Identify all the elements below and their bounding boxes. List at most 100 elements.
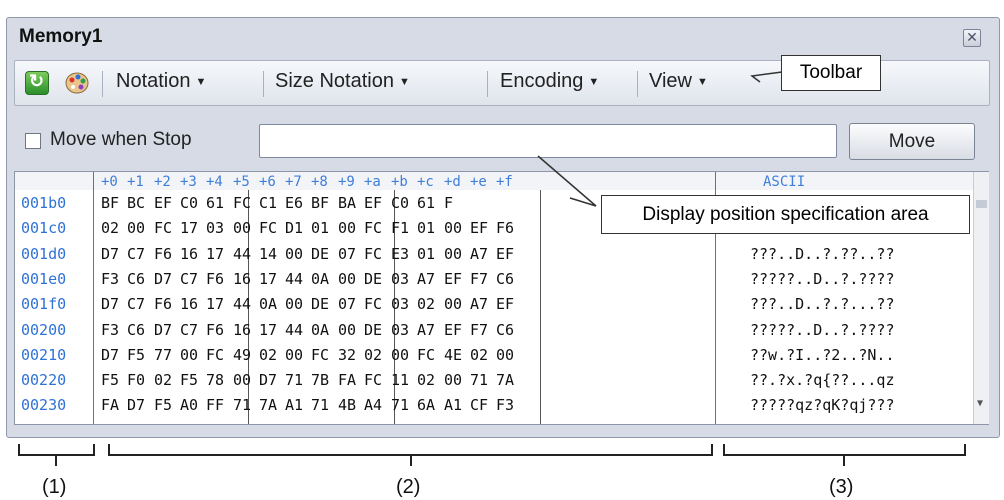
memory-byte-cell[interactable]: EF bbox=[496, 245, 514, 263]
memory-byte-cell[interactable]: 71 bbox=[470, 371, 488, 389]
memory-byte-cell[interactable]: 44 bbox=[285, 270, 303, 288]
memory-byte-cell[interactable]: DE bbox=[364, 321, 382, 339]
memory-byte-cell[interactable]: 11 bbox=[391, 371, 409, 389]
memory-byte-cell[interactable]: 02 bbox=[470, 346, 488, 364]
memory-byte-cell[interactable]: EF bbox=[154, 194, 172, 212]
memory-byte-cell[interactable]: EF bbox=[444, 321, 462, 339]
memory-byte-cell[interactable]: A0 bbox=[180, 396, 198, 414]
size-notation-menu[interactable]: Size Notation ▼ bbox=[275, 70, 410, 93]
memory-byte-cell[interactable]: 00 bbox=[338, 219, 356, 237]
memory-byte-cell[interactable]: D1 bbox=[285, 219, 303, 237]
memory-byte-cell[interactable]: 6A bbox=[417, 396, 435, 414]
memory-byte-cell[interactable]: 02 bbox=[417, 295, 435, 313]
memory-byte-cell[interactable]: 71 bbox=[311, 396, 329, 414]
memory-byte-cell[interactable]: F3 bbox=[496, 396, 514, 414]
encoding-menu[interactable]: Encoding ▼ bbox=[500, 70, 599, 93]
memory-byte-cell[interactable]: D7 bbox=[154, 270, 172, 288]
memory-byte-cell[interactable]: 7B bbox=[311, 371, 329, 389]
memory-byte-cell[interactable]: C1 bbox=[259, 194, 277, 212]
memory-byte-cell[interactable]: EF bbox=[444, 270, 462, 288]
memory-byte-cell[interactable]: DE bbox=[364, 270, 382, 288]
memory-byte-cell[interactable]: 44 bbox=[233, 295, 251, 313]
ascii-row[interactable]: ?????qz?qK?qj??? bbox=[750, 396, 895, 414]
memory-byte-cell[interactable]: 4B bbox=[338, 396, 356, 414]
memory-byte-cell[interactable]: F5 bbox=[127, 346, 145, 364]
memory-byte-cell[interactable]: 16 bbox=[233, 321, 251, 339]
memory-byte-cell[interactable]: 61 bbox=[206, 194, 224, 212]
memory-byte-cell[interactable]: C0 bbox=[391, 194, 409, 212]
memory-byte-cell[interactable]: 01 bbox=[311, 219, 329, 237]
memory-byte-cell[interactable]: 00 bbox=[391, 346, 409, 364]
memory-byte-cell[interactable]: 01 bbox=[417, 219, 435, 237]
view-menu[interactable]: View ▼ bbox=[649, 70, 708, 93]
vertical-scrollbar[interactable]: ▼ bbox=[973, 172, 989, 424]
memory-byte-cell[interactable]: 77 bbox=[154, 346, 172, 364]
memory-byte-cell[interactable]: A1 bbox=[285, 396, 303, 414]
memory-byte-cell[interactable]: F1 bbox=[391, 219, 409, 237]
memory-byte-cell[interactable]: 02 bbox=[259, 346, 277, 364]
memory-byte-cell[interactable]: C7 bbox=[180, 270, 198, 288]
memory-byte-cell[interactable]: 03 bbox=[391, 295, 409, 313]
memory-byte-cell[interactable]: F6 bbox=[154, 295, 172, 313]
memory-byte-cell[interactable]: FC bbox=[364, 245, 382, 263]
memory-byte-cell[interactable]: 00 bbox=[285, 346, 303, 364]
memory-byte-cell[interactable]: D7 bbox=[127, 396, 145, 414]
memory-byte-cell[interactable]: E3 bbox=[391, 245, 409, 263]
memory-byte-cell[interactable]: A7 bbox=[470, 245, 488, 263]
memory-byte-cell[interactable]: FC bbox=[154, 219, 172, 237]
memory-byte-cell[interactable]: 00 bbox=[127, 219, 145, 237]
memory-byte-cell[interactable]: 00 bbox=[285, 295, 303, 313]
memory-byte-cell[interactable]: FC bbox=[206, 346, 224, 364]
memory-byte-cell[interactable]: 0A bbox=[311, 321, 329, 339]
memory-byte-cell[interactable]: A4 bbox=[364, 396, 382, 414]
memory-byte-cell[interactable]: EF bbox=[470, 219, 488, 237]
memory-byte-cell[interactable]: BC bbox=[127, 194, 145, 212]
memory-byte-cell[interactable]: F0 bbox=[127, 371, 145, 389]
memory-byte-cell[interactable]: BF bbox=[311, 194, 329, 212]
memory-byte-cell[interactable]: C7 bbox=[127, 295, 145, 313]
ascii-row[interactable]: ??.?x.?q{??...qz bbox=[750, 371, 895, 389]
memory-byte-cell[interactable]: EF bbox=[364, 194, 382, 212]
memory-byte-cell[interactable]: C7 bbox=[180, 321, 198, 339]
memory-byte-cell[interactable]: 17 bbox=[259, 321, 277, 339]
memory-byte-cell[interactable]: 4E bbox=[444, 346, 462, 364]
memory-byte-cell[interactable]: BF bbox=[101, 194, 119, 212]
memory-byte-cell[interactable]: 17 bbox=[206, 295, 224, 313]
memory-byte-cell[interactable]: 71 bbox=[285, 371, 303, 389]
memory-byte-cell[interactable]: C0 bbox=[180, 194, 198, 212]
memory-byte-cell[interactable]: 02 bbox=[417, 371, 435, 389]
memory-byte-cell[interactable]: 00 bbox=[338, 270, 356, 288]
memory-byte-cell[interactable]: 03 bbox=[391, 321, 409, 339]
memory-byte-cell[interactable]: 71 bbox=[233, 396, 251, 414]
refresh-icon[interactable] bbox=[25, 71, 49, 95]
memory-byte-cell[interactable]: 0A bbox=[259, 295, 277, 313]
memory-byte-cell[interactable]: 16 bbox=[180, 295, 198, 313]
memory-byte-cell[interactable]: F7 bbox=[470, 270, 488, 288]
memory-byte-cell[interactable]: FC bbox=[364, 219, 382, 237]
scrollbar-thumb[interactable] bbox=[976, 200, 987, 208]
memory-byte-cell[interactable]: CF bbox=[470, 396, 488, 414]
memory-byte-cell[interactable]: 32 bbox=[338, 346, 356, 364]
memory-byte-cell[interactable]: FC bbox=[311, 346, 329, 364]
memory-byte-cell[interactable]: 00 bbox=[285, 245, 303, 263]
memory-byte-cell[interactable]: FA bbox=[101, 396, 119, 414]
memory-byte-cell[interactable]: D7 bbox=[101, 346, 119, 364]
memory-byte-cell[interactable]: D7 bbox=[101, 295, 119, 313]
memory-byte-cell[interactable]: F bbox=[444, 194, 453, 212]
memory-byte-cell[interactable]: A7 bbox=[470, 295, 488, 313]
memory-byte-cell[interactable]: 00 bbox=[233, 219, 251, 237]
memory-byte-cell[interactable]: 71 bbox=[391, 396, 409, 414]
memory-byte-cell[interactable]: 07 bbox=[338, 245, 356, 263]
memory-byte-cell[interactable]: 17 bbox=[180, 219, 198, 237]
memory-byte-cell[interactable]: FA bbox=[338, 371, 356, 389]
memory-byte-cell[interactable]: BA bbox=[338, 194, 356, 212]
move-when-stop-checkbox[interactable] bbox=[25, 133, 41, 149]
memory-byte-cell[interactable]: DE bbox=[311, 245, 329, 263]
memory-byte-cell[interactable]: C7 bbox=[127, 245, 145, 263]
memory-byte-cell[interactable]: F3 bbox=[101, 321, 119, 339]
memory-byte-cell[interactable]: 16 bbox=[233, 270, 251, 288]
memory-byte-cell[interactable]: 07 bbox=[338, 295, 356, 313]
memory-byte-cell[interactable]: 17 bbox=[206, 245, 224, 263]
memory-byte-cell[interactable]: F5 bbox=[180, 371, 198, 389]
memory-byte-cell[interactable]: 0A bbox=[311, 270, 329, 288]
